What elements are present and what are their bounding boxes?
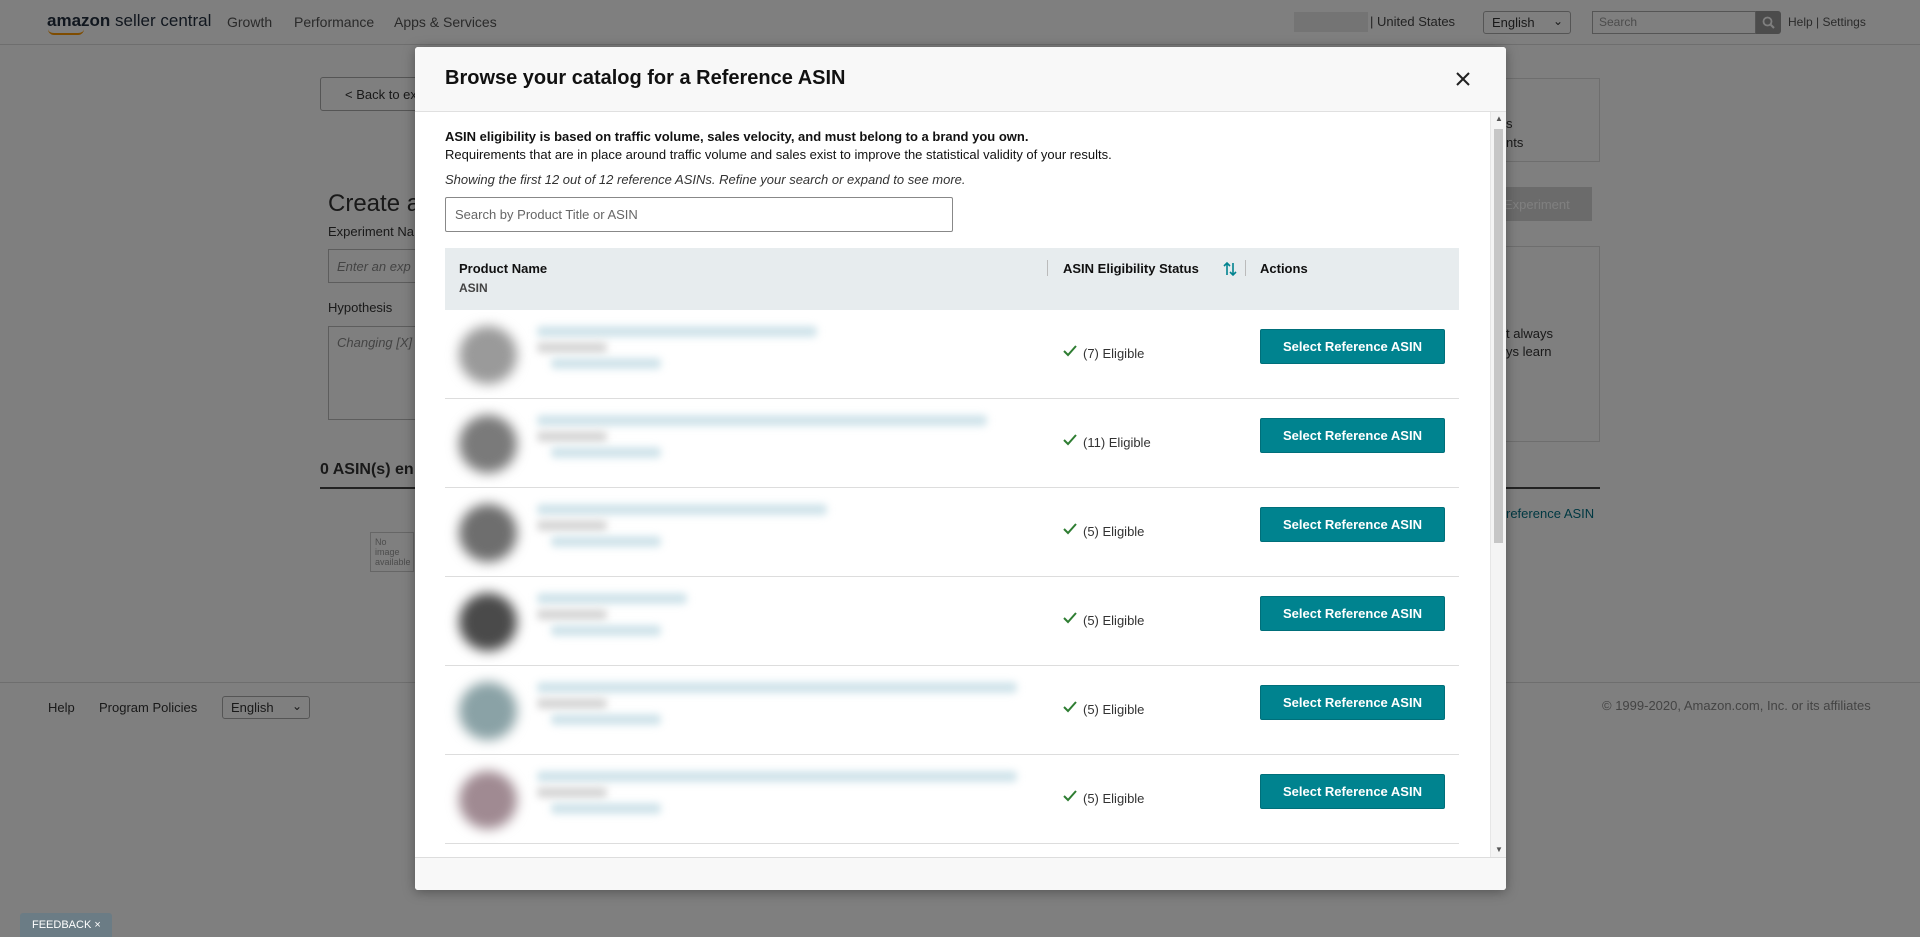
select-reference-asin-button[interactable]: Select Reference ASIN — [1260, 774, 1445, 809]
scrollbar-thumb[interactable] — [1494, 129, 1503, 543]
modal-footer — [415, 857, 1506, 890]
check-icon — [1063, 345, 1077, 357]
redacted-product-title — [537, 415, 987, 426]
modal-header: Browse your catalog for a Reference ASIN — [415, 47, 1506, 112]
redacted-sku — [551, 447, 661, 458]
product-cell-redacted — [451, 672, 1037, 750]
column-divider — [1047, 260, 1048, 276]
table-row: (5) Eligible Select Reference ASIN — [445, 666, 1459, 755]
column-asin: ASIN — [459, 281, 488, 295]
reference-asin-modal: Browse your catalog for a Reference ASIN… — [415, 47, 1506, 890]
product-cell-redacted — [451, 583, 1037, 661]
eligibility-note-strong: ASIN eligibility is based on traffic vol… — [445, 129, 1029, 144]
close-modal-button[interactable] — [1451, 67, 1475, 91]
redacted-product-title — [537, 326, 817, 337]
check-icon — [1063, 612, 1077, 624]
modal-title: Browse your catalog for a Reference ASIN — [445, 67, 846, 89]
check-icon — [1063, 523, 1077, 535]
table-row: (5) Eligible Select Reference ASIN — [445, 755, 1459, 844]
sort-icon[interactable] — [1223, 261, 1237, 277]
redacted-sku — [551, 714, 661, 725]
select-reference-asin-button[interactable]: Select Reference ASIN — [1260, 418, 1445, 453]
eligibility-note: Requirements that are in place around tr… — [445, 147, 1112, 162]
column-actions: Actions — [1260, 261, 1308, 276]
product-thumbnail — [459, 504, 517, 562]
check-icon — [1063, 790, 1077, 802]
redacted-sku — [551, 803, 661, 814]
product-thumbnail — [459, 593, 517, 651]
table-header: Product Name ASIN ASIN Eligibility Statu… — [445, 248, 1459, 310]
redacted-product-title — [537, 593, 687, 604]
column-divider — [1245, 260, 1246, 276]
table-row: (7) Eligible Select Reference ASIN — [445, 310, 1459, 399]
column-eligibility-status[interactable]: ASIN Eligibility Status — [1063, 261, 1199, 276]
redacted-asin — [537, 431, 607, 442]
redacted-product-title — [537, 771, 1017, 782]
close-icon — [1456, 72, 1470, 86]
product-thumbnail — [459, 771, 517, 829]
product-search-input[interactable] — [445, 197, 953, 232]
results-count-note: Showing the first 12 out of 12 reference… — [445, 172, 966, 187]
column-product-name[interactable]: Product Name — [459, 261, 547, 276]
close-icon[interactable]: × — [94, 919, 100, 931]
table-row: (5) Eligible Select Reference ASIN — [445, 488, 1459, 577]
product-cell-redacted — [451, 494, 1037, 572]
product-thumbnail — [459, 326, 517, 384]
scroll-down-arrow-icon[interactable]: ▼ — [1495, 845, 1503, 854]
redacted-sku — [551, 358, 661, 369]
redacted-sku — [551, 625, 661, 636]
table-row: (11) Eligible Select Reference ASIN — [445, 399, 1459, 488]
redacted-asin — [537, 698, 607, 709]
redacted-asin — [537, 787, 607, 798]
product-cell-redacted — [451, 761, 1037, 839]
scroll-up-arrow-icon[interactable]: ▲ — [1495, 114, 1503, 123]
select-reference-asin-button[interactable]: Select Reference ASIN — [1260, 596, 1445, 631]
select-reference-asin-button[interactable]: Select Reference ASIN — [1260, 507, 1445, 542]
redacted-asin — [537, 342, 607, 353]
check-icon — [1063, 701, 1077, 713]
product-cell-redacted — [451, 405, 1037, 483]
product-thumbnail — [459, 415, 517, 473]
modal-body: ASIN eligibility is based on traffic vol… — [415, 112, 1506, 857]
table-row: (5) Eligible Select Reference ASIN — [445, 577, 1459, 666]
check-icon — [1063, 434, 1077, 446]
redacted-asin — [537, 609, 607, 620]
feedback-tab[interactable]: FEEDBACK × — [20, 913, 112, 937]
redacted-product-title — [537, 682, 1017, 693]
redacted-product-title — [537, 504, 827, 515]
modal-scrollbar[interactable]: ▲ ▼ — [1490, 112, 1506, 857]
select-reference-asin-button[interactable]: Select Reference ASIN — [1260, 685, 1445, 720]
product-cell-redacted — [451, 316, 1037, 394]
redacted-asin — [537, 520, 607, 531]
select-reference-asin-button[interactable]: Select Reference ASIN — [1260, 329, 1445, 364]
redacted-sku — [551, 536, 661, 547]
product-thumbnail — [459, 682, 517, 740]
